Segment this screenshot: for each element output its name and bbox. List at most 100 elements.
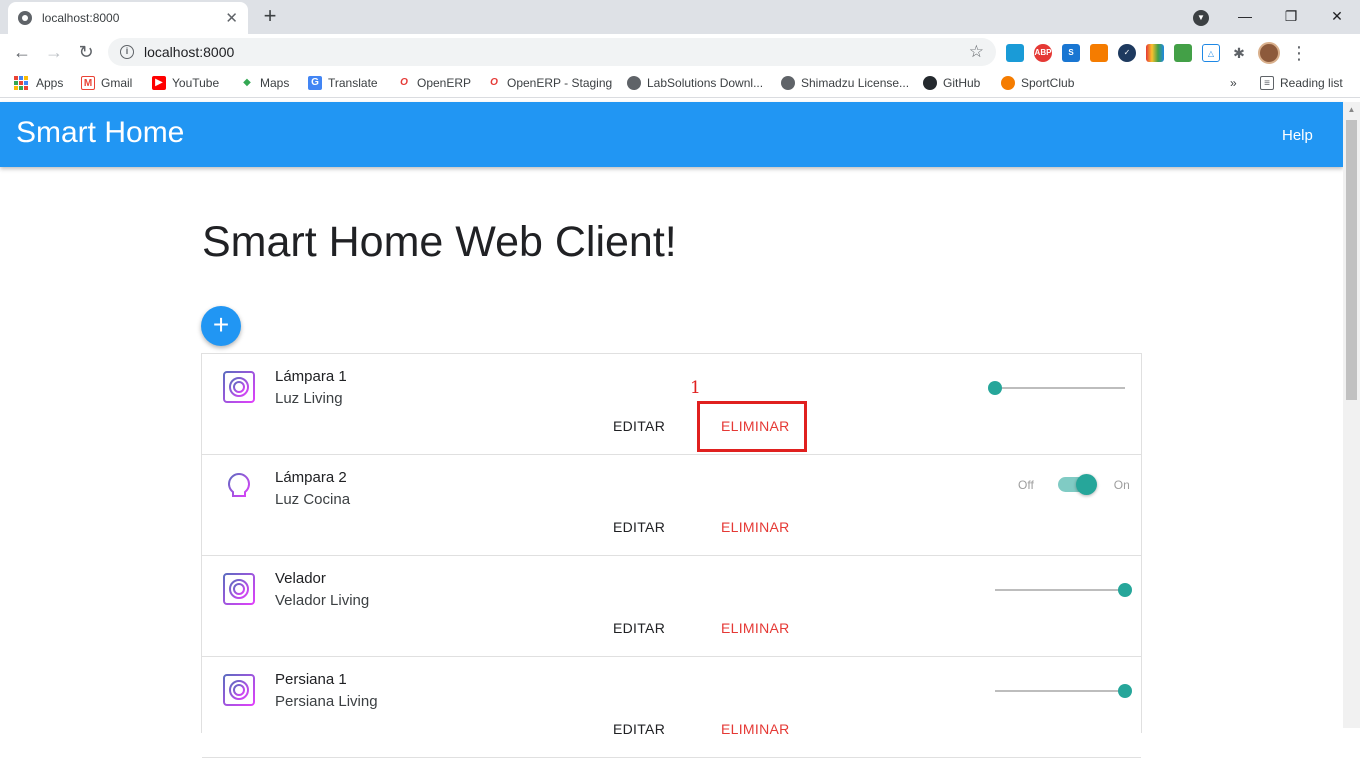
list-item: Velador Velador Living EDITAR ELIMINAR	[202, 556, 1141, 657]
address-bar[interactable]: i localhost:8000 ☆	[108, 38, 996, 66]
scrollbar-thumb[interactable]	[1346, 120, 1357, 400]
url-text[interactable]: localhost:8000	[144, 44, 969, 60]
more-bookmarks-button[interactable]: »	[1230, 76, 1237, 90]
page-title: Smart Home Web Client!	[202, 218, 677, 266]
delete-button[interactable]: ELIMINAR	[721, 721, 790, 737]
switch-track[interactable]	[1057, 474, 1097, 495]
dimmer-slider[interactable]	[995, 684, 1132, 698]
dimmer-icon	[223, 674, 255, 706]
puzzle-icon[interactable]: ✱	[1230, 44, 1248, 62]
extension-icon[interactable]: △	[1202, 44, 1220, 62]
translate-icon: G	[308, 76, 322, 90]
list-item: Persiana 1 Persiana Living EDITAR ELIMIN…	[202, 657, 1141, 758]
extensions-bar: ABP S ✓ △ ✱ ⋮	[1006, 42, 1308, 64]
delete-button[interactable]: ELIMINAR	[721, 519, 790, 535]
slider-thumb[interactable]	[1118, 684, 1132, 698]
globe-icon	[627, 76, 641, 90]
bookmark-gmail[interactable]: M Gmail	[81, 76, 132, 90]
bookmark-shimadzu[interactable]: Shimadzu License...	[781, 76, 909, 90]
forward-button[interactable]: →	[42, 40, 66, 64]
slider-thumb[interactable]	[988, 381, 1002, 395]
device-name: Lámpara 2	[275, 469, 347, 486]
device-location: Persiana Living	[275, 693, 378, 710]
close-tab-icon[interactable]: ✕	[225, 9, 238, 27]
bookmark-youtube[interactable]: ▶ YouTube	[152, 76, 219, 90]
gmail-icon: M	[81, 76, 95, 90]
bookmark-openerp[interactable]: O OpenERP	[397, 76, 471, 90]
extension-s-icon[interactable]: S	[1062, 44, 1080, 62]
openerp-icon: O	[397, 76, 411, 90]
edit-button[interactable]: EDITAR	[613, 519, 665, 535]
bookmark-translate[interactable]: G Translate	[308, 76, 378, 90]
browser-tab-bar: localhost:8000 ✕ + ▼ — ❐ ✕	[0, 0, 1360, 34]
minimize-button[interactable]: —	[1222, 8, 1268, 24]
device-list: Lámpara 1 Luz Living EDITAR ELIMINAR Lám…	[201, 353, 1142, 758]
site-info-icon[interactable]: i	[120, 45, 134, 59]
apps-grid-icon	[14, 76, 28, 90]
bookmark-sportclub[interactable]: SportClub	[1001, 76, 1074, 90]
device-name: Velador	[275, 570, 326, 587]
extension-icon[interactable]	[1146, 44, 1164, 62]
switch-on-label: On	[1113, 477, 1130, 492]
globe-icon	[18, 11, 32, 25]
extension-icon[interactable]	[1006, 44, 1024, 62]
browser-toolbar: ← → ↻ i localhost:8000 ☆ ABP S ✓ △ ✱ ⋮	[0, 34, 1360, 70]
list-item: Lámpara 2 Luz Cocina EDITAR ELIMINAR Off…	[202, 455, 1141, 556]
bookmark-openerp-staging[interactable]: O OpenERP - Staging	[487, 76, 612, 90]
edit-button[interactable]: EDITAR	[613, 418, 665, 434]
delete-button[interactable]: ELIMINAR	[721, 620, 790, 636]
bookmark-github[interactable]: GitHub	[923, 76, 980, 90]
restore-button[interactable]: ❐	[1268, 8, 1314, 25]
bookmark-star-icon[interactable]: ☆	[969, 42, 984, 62]
edit-button[interactable]: EDITAR	[613, 721, 665, 737]
bookmark-apps[interactable]: Apps	[14, 76, 63, 90]
device-location: Velador Living	[275, 592, 370, 609]
help-link[interactable]: Help	[1282, 127, 1313, 144]
device-name: Persiana 1	[275, 671, 347, 688]
slider-thumb[interactable]	[1118, 583, 1132, 597]
lightbulb-icon	[228, 472, 250, 504]
switch-off-label: Off	[1018, 477, 1034, 492]
switch-knob[interactable]	[1075, 474, 1097, 495]
bookmark-maps[interactable]: ◆ Maps	[240, 76, 289, 90]
back-button[interactable]: ←	[10, 40, 34, 64]
sportclub-icon	[1001, 76, 1015, 90]
edit-button[interactable]: EDITAR	[613, 620, 665, 636]
add-device-button[interactable]: +	[201, 306, 241, 346]
menu-icon[interactable]: ⋮	[1290, 44, 1308, 62]
annotation-highlight-box	[697, 401, 807, 452]
app-header: Smart Home Help	[0, 102, 1343, 167]
device-location: Luz Cocina	[275, 491, 351, 508]
reading-list-button[interactable]: ≡ Reading list	[1260, 76, 1343, 90]
dimmer-icon	[223, 573, 255, 605]
device-name: Lámpara 1	[275, 368, 347, 385]
bookmark-labsolutions[interactable]: LabSolutions Downl...	[627, 76, 763, 90]
adblock-icon[interactable]: ABP	[1034, 44, 1052, 62]
dimmer-slider[interactable]	[995, 583, 1132, 597]
extension-icon[interactable]	[1174, 44, 1192, 62]
power-switch[interactable]: Off On	[1018, 474, 1130, 495]
tab-search-icon[interactable]: ▼	[1193, 10, 1209, 26]
annotation-number: 1	[690, 378, 701, 398]
avatar[interactable]	[1258, 42, 1280, 64]
maps-icon: ◆	[240, 76, 254, 90]
reading-list-icon: ≡	[1260, 76, 1274, 90]
openerp-icon: O	[487, 76, 501, 90]
reload-button[interactable]: ↻	[74, 40, 98, 64]
github-icon	[923, 76, 937, 90]
device-location: Luz Living	[275, 390, 343, 407]
dimmer-slider[interactable]	[988, 381, 1125, 395]
youtube-icon: ▶	[152, 76, 166, 90]
globe-icon	[781, 76, 795, 90]
tab-title: localhost:8000	[42, 11, 120, 25]
bookmarks-bar: Apps M Gmail ▶ YouTube ◆ Maps G Translat…	[0, 70, 1360, 98]
scroll-up-arrow-icon[interactable]: ▲	[1343, 102, 1360, 118]
browser-tab[interactable]: localhost:8000 ✕	[8, 2, 248, 34]
check-icon[interactable]: ✓	[1118, 44, 1136, 62]
page-scrollbar[interactable]: ▲	[1343, 102, 1360, 728]
window-controls: — ❐ ✕	[1222, 0, 1360, 32]
app-title: Smart Home	[16, 116, 185, 149]
new-tab-button[interactable]: +	[258, 4, 282, 28]
extension-icon[interactable]	[1090, 44, 1108, 62]
close-window-button[interactable]: ✕	[1314, 8, 1360, 25]
